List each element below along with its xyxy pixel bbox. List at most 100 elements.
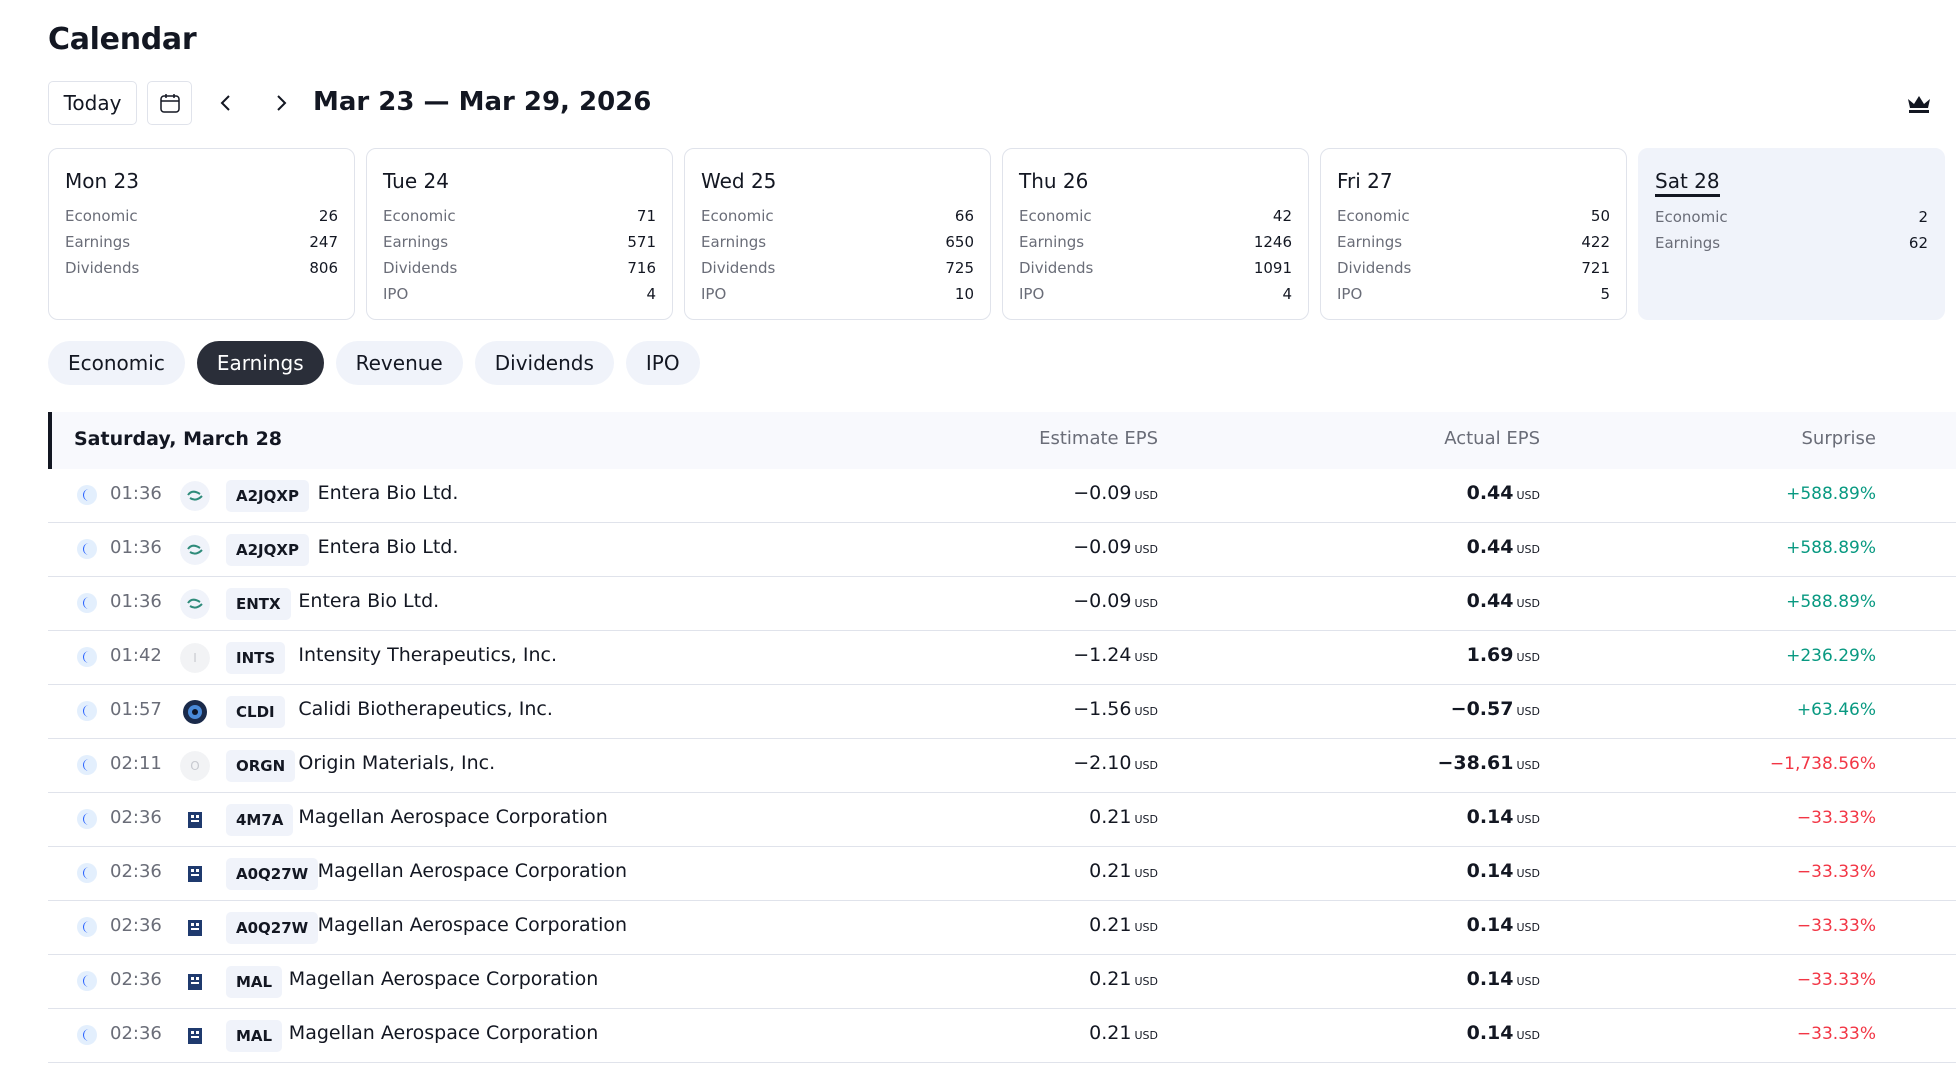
company-name[interactable]: Magellan Aerospace Corporation bbox=[289, 968, 598, 990]
surprise-value: −33.33% bbox=[1796, 808, 1876, 828]
day-stat-name: IPO bbox=[701, 285, 727, 303]
table-row[interactable]: 02:36 A0Q27W Magellan Aerospace Corporatio… bbox=[48, 847, 1956, 901]
ticker-badge[interactable]: 4M7A bbox=[226, 804, 294, 836]
before-market-icon bbox=[77, 755, 97, 775]
ticker-badge[interactable]: INTS bbox=[226, 642, 286, 674]
day-card-sat-28[interactable]: Sat 28 Economic 2 Earnings 62 bbox=[1638, 148, 1945, 320]
day-stat-name: Earnings bbox=[383, 233, 449, 251]
table-row[interactable]: 01:36 A2JQXP Entera Bio Ltd. −0.09 USD 0.44 US… bbox=[48, 469, 1956, 523]
premium-button[interactable] bbox=[1904, 89, 1934, 119]
company-name[interactable]: Entera Bio Ltd. bbox=[318, 482, 459, 504]
filter-earnings[interactable]: Earnings bbox=[196, 341, 324, 385]
filter-ipo[interactable]: IPO bbox=[625, 341, 700, 385]
day-stat-name: IPO bbox=[1019, 285, 1045, 303]
estimate-eps: −0.09 USD bbox=[1073, 536, 1158, 558]
chevron-right-icon bbox=[277, 95, 287, 111]
surprise-value: −33.33% bbox=[1796, 970, 1876, 990]
actual-eps: 0.14 USD bbox=[1467, 968, 1540, 990]
company-name[interactable]: Calidi Biotherapeutics, Inc. bbox=[298, 698, 553, 720]
company-name[interactable]: Magellan Aerospace Corporation bbox=[318, 860, 627, 882]
day-title: Wed 25 bbox=[701, 169, 777, 193]
ticker-badge[interactable]: MAL bbox=[226, 966, 283, 998]
actual-eps: 0.14 USD bbox=[1467, 806, 1540, 828]
table-row[interactable]: 01:36 ENTX Entera Bio Ltd. −0.09 USD 0.44 USD +… bbox=[48, 577, 1956, 631]
estimate-value: −0.09 bbox=[1073, 536, 1132, 558]
next-week-button[interactable] bbox=[266, 81, 296, 125]
filter-revenue[interactable]: Revenue bbox=[335, 341, 463, 385]
day-stat-name: Earnings bbox=[1655, 234, 1721, 252]
filter-economic[interactable]: Economic bbox=[48, 341, 185, 385]
today-button[interactable]: Today bbox=[48, 81, 137, 125]
day-card-thu-26[interactable]: Thu 26 Economic 42 Earnings 1246 Dividends 109… bbox=[1002, 148, 1309, 320]
company-name[interactable]: Intensity Therapeutics, Inc. bbox=[298, 644, 557, 666]
column-actual-eps[interactable]: Actual EPS bbox=[1444, 428, 1540, 449]
day-stat-value: 716 bbox=[627, 259, 656, 277]
currency-unit: USD bbox=[1134, 813, 1158, 826]
currency-unit: USD bbox=[1134, 867, 1158, 880]
ticker-badge[interactable]: ORGN bbox=[226, 750, 296, 782]
column-estimate-eps[interactable]: Estimate EPS bbox=[1039, 428, 1158, 449]
table-row[interactable]: 01:42 I INTS Intensity Therapeutics, Inc. −1… bbox=[48, 631, 1956, 685]
estimate-value: 0.21 bbox=[1089, 914, 1132, 936]
currency-unit: USD bbox=[1516, 651, 1540, 664]
previous-week-button[interactable] bbox=[211, 81, 241, 125]
company-name[interactable]: Entera Bio Ltd. bbox=[318, 536, 459, 558]
day-stat-name: Dividends bbox=[383, 259, 458, 277]
day-stat-value: 422 bbox=[1581, 233, 1610, 251]
actual-value: 0.14 bbox=[1466, 860, 1514, 882]
day-stat-name: Economic bbox=[701, 207, 774, 225]
calendar-picker-button[interactable] bbox=[147, 81, 192, 125]
company-name[interactable]: Magellan Aerospace Corporation bbox=[298, 806, 607, 828]
table-row[interactable]: 02:36 MAL Magellan Aerospace Corporation 0.… bbox=[48, 955, 1956, 1009]
currency-unit: USD bbox=[1516, 867, 1540, 880]
row-time: 01:36 bbox=[110, 537, 162, 558]
estimate-value: 0.21 bbox=[1089, 1022, 1132, 1044]
actual-value: 0.44 bbox=[1466, 590, 1514, 612]
company-name[interactable]: Entera Bio Ltd. bbox=[298, 590, 439, 612]
logo-letter: I bbox=[193, 651, 197, 665]
magellan-logo-icon bbox=[188, 812, 202, 828]
day-stat-row: Earnings 571 bbox=[383, 229, 656, 255]
actual-value: −38.61 bbox=[1437, 752, 1514, 774]
filter-dividends[interactable]: Dividends bbox=[474, 341, 614, 385]
currency-unit: USD bbox=[1134, 975, 1158, 988]
currency-unit: USD bbox=[1516, 975, 1540, 988]
ticker-badge[interactable]: CLDI bbox=[226, 696, 285, 728]
company-name[interactable]: Magellan Aerospace Corporation bbox=[318, 914, 627, 936]
table-row[interactable]: 02:36 MAL Magellan Aerospace Corporation 0.… bbox=[48, 1009, 1956, 1063]
day-card-mon-23[interactable]: Mon 23 Economic 26 Earnings 247 Dividends 806 bbox=[48, 148, 355, 320]
before-market-icon bbox=[77, 863, 97, 883]
actual-eps: 0.44 USD bbox=[1467, 590, 1540, 612]
day-title: Tue 24 bbox=[383, 169, 449, 193]
company-logo bbox=[180, 859, 210, 889]
estimate-eps: −1.24 USD bbox=[1073, 644, 1158, 666]
logo-letter: O bbox=[190, 759, 200, 773]
ticker-badge[interactable]: A0Q27W bbox=[226, 912, 319, 944]
day-stat-name: Earnings bbox=[1337, 233, 1403, 251]
estimate-eps: 0.21 USD bbox=[1089, 806, 1158, 828]
day-stat-row: Earnings 422 bbox=[1337, 229, 1610, 255]
before-market-icon bbox=[77, 1025, 97, 1045]
company-name[interactable]: Magellan Aerospace Corporation bbox=[289, 1022, 598, 1044]
table-row[interactable]: 02:36 A0Q27W Magellan Aerospace Corporatio… bbox=[48, 901, 1956, 955]
day-stat-value: 1091 bbox=[1253, 259, 1292, 277]
table-row[interactable]: 01:57 CLDI Calidi Biotherapeutics, Inc. −1.… bbox=[48, 685, 1956, 739]
ticker-badge[interactable]: A2JQXP bbox=[226, 534, 309, 566]
ticker-badge[interactable]: MAL bbox=[226, 1020, 283, 1052]
day-card-wed-25[interactable]: Wed 25 Economic 66 Earnings 650 Dividends 725 I… bbox=[684, 148, 991, 320]
ticker-badge[interactable]: ENTX bbox=[226, 588, 291, 620]
surprise-value: +236.29% bbox=[1786, 646, 1876, 666]
column-surprise[interactable]: Surprise bbox=[1801, 428, 1876, 449]
day-title: Sat 28 bbox=[1655, 169, 1720, 197]
estimate-eps: −2.10 USD bbox=[1073, 752, 1158, 774]
day-stat-name: Earnings bbox=[701, 233, 767, 251]
day-card-fri-27[interactable]: Fri 27 Economic 50 Earnings 422 Dividends 721 I… bbox=[1320, 148, 1627, 320]
day-card-tue-24[interactable]: Tue 24 Economic 71 Earnings 571 Dividends 716 I… bbox=[366, 148, 673, 320]
ticker-badge[interactable]: A0Q27W bbox=[226, 858, 319, 890]
table-row[interactable]: 02:36 4M7A Magellan Aerospace Corporation 0… bbox=[48, 793, 1956, 847]
day-title: Mon 23 bbox=[65, 169, 139, 193]
table-row[interactable]: 02:11 O ORGN Origin Materials, Inc. −2.10 USD… bbox=[48, 739, 1956, 793]
company-name[interactable]: Origin Materials, Inc. bbox=[298, 752, 495, 774]
ticker-badge[interactable]: A2JQXP bbox=[226, 480, 309, 512]
table-row[interactable]: 01:36 A2JQXP Entera Bio Ltd. −0.09 USD 0.44 US… bbox=[48, 523, 1956, 577]
